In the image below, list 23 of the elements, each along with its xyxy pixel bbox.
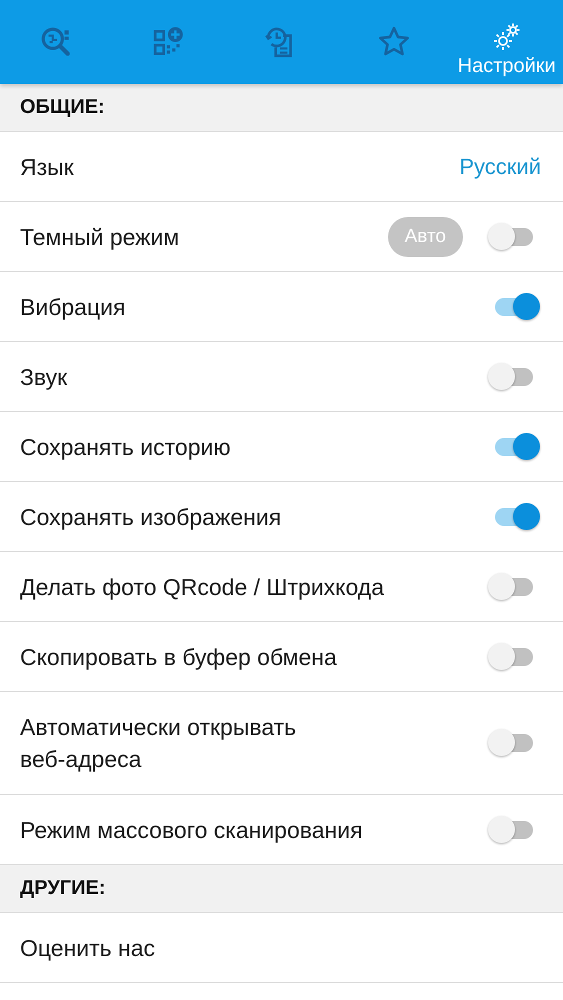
settings-row[interactable]: Автоматически открывать веб-адреса [0,692,563,795]
setting-label: Сохранять историю [20,432,231,462]
settings-row[interactable]: Сохранять историю [0,412,563,482]
settings-row[interactable]: Делать фото QRcode / Штрихкода [0,552,563,622]
setting-label: Язык [20,152,74,182]
setting-label: Скопировать в буфер обмена [20,642,337,672]
setting-label: Делать фото QRcode / Штрихкода [20,572,384,602]
setting-label: Звук [20,362,68,392]
settings-row[interactable]: Скопировать в буфер обмена [0,622,563,692]
setting-label: Автоматически открывать веб-адреса [20,713,298,774]
setting-label: Режим массового сканирования [20,816,363,845]
settings-row[interactable]: Сохранять изображения [0,482,563,552]
settings-row[interactable]: Вибрация [0,272,563,342]
settings-row[interactable]: Темный режим Авто [0,202,563,272]
settings-row[interactable]: Звук [0,342,563,412]
setting-label: Оценить нас [20,934,156,963]
setting-label: Вибрация [20,292,126,322]
section-header: ОБЩИЕ: [0,84,563,132]
settings-row[interactable]: Язык Русский [0,132,563,202]
setting-label: Сохранять изображения [20,502,282,532]
settings-row[interactable]: Оценить нас [0,913,563,983]
setting-label: Темный режим [20,222,180,252]
section-header: ДРУГИЕ: [0,865,563,913]
